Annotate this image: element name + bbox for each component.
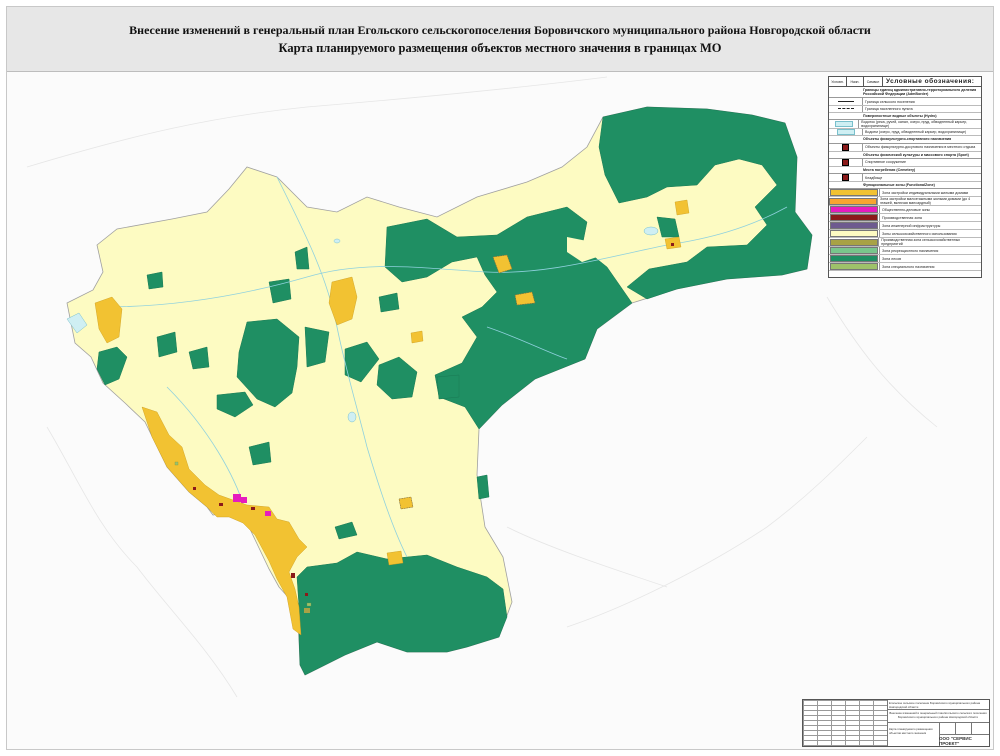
legend-zone-item: Зона застройки индивидуальными жилыми до… [829, 189, 981, 198]
legend-zone-item: Производственная зона сельскохозяйственн… [829, 238, 981, 248]
legend-label: Производственная зона сельскохозяйственн… [881, 238, 961, 247]
sport-facility-icon [842, 158, 849, 166]
boundary-line-icon [837, 101, 854, 102]
legend-zone-item: Зоны сельскохозяйственного использования [829, 230, 981, 239]
legend-label: Граница сельского поселения [865, 99, 915, 104]
legend-label: Общественно-деловые зоны [882, 207, 931, 212]
zone-swatch [830, 263, 878, 271]
water-body-swatch [836, 128, 855, 136]
legend-zone-item: Зона рекреационного назначения [829, 247, 981, 256]
water-course-swatch [834, 120, 853, 128]
legend-section-recreation: Объекты физкультурно-спортивного назначе… [829, 136, 981, 144]
stamp-signature-grid [803, 700, 888, 746]
legend-label: Водоем (озеро, пруд, обводненный карьер,… [865, 130, 967, 135]
legend-zone-item: Зона застройки малоэтажными жилыми домам… [829, 197, 981, 207]
title-stamp: Егольское сельское поселение Боровичског… [802, 699, 990, 747]
map-legend: Условн. Назн. Символ Условные обозначени… [828, 76, 982, 278]
zone-swatch [830, 222, 878, 230]
legend-header: Условн. Назн. Символ Условные обозначени… [829, 77, 981, 87]
legend-label: Зона рекреационного назначения [882, 248, 939, 253]
zone-swatch [830, 230, 878, 238]
legend-label: Граница населенного пункта [865, 106, 913, 111]
zone-swatch [829, 238, 878, 246]
zone-swatch [830, 247, 878, 255]
legend-label: Зона застройки индивидуальными жилыми до… [882, 190, 969, 195]
legend-col-header-3: Символ [864, 77, 883, 86]
legend-zone-item: Зона лесов [829, 255, 981, 264]
legend-label: Зона застройки малоэтажными жилыми домам… [880, 197, 971, 206]
legend-label: Объекты физкультурно-досугового назначен… [865, 145, 976, 150]
zone-swatch [830, 189, 878, 197]
legend-title: Условные обозначения: [886, 78, 975, 85]
legend-section-burial: Места погребения (Cemetery) [829, 167, 981, 175]
legend-zone-list: Зона застройки индивидуальными жилыми до… [829, 189, 981, 272]
agri-production-zone [304, 608, 310, 613]
legend-item: Кладбище [829, 174, 981, 183]
legend-col-header-2: Назн. [847, 77, 864, 86]
legend-item: Водоем (озеро, пруд, обводненный карьер,… [829, 128, 981, 137]
zone-swatch [830, 214, 878, 222]
legend-item: Водоток (река, ручей, канал, озеро, пруд… [829, 119, 981, 129]
map-title: Внесение изменений в генеральный план Ег… [129, 23, 871, 37]
cemetery-icon [842, 174, 849, 182]
legend-label: Зона лесов [882, 256, 901, 261]
zone-swatch [830, 255, 878, 263]
legend-section-sport: Объекты физической культуры и массового … [829, 152, 981, 159]
legend-item: Граница населенного пункта [829, 105, 981, 113]
legend-zone-item: Зона специального назначения [829, 263, 981, 272]
recreation-point-icon [842, 143, 849, 151]
title-block: Внесение изменений в генеральный план Ег… [7, 7, 993, 72]
stamp-row-1: Егольское сельское поселение Боровичског… [889, 701, 981, 709]
legend-section-boundaries: Границы единиц административно-территори… [829, 87, 981, 99]
legend-label: Спортивное сооружение [865, 160, 907, 165]
stamp-row-2: Внесение изменений в генеральный план Ег… [889, 711, 987, 719]
legend-col-header-1: Условн. [829, 77, 847, 86]
zone-swatch [829, 197, 877, 205]
legend-item: Спортивное сооружение [829, 158, 981, 167]
stamp-company: ООО "СЕРВИС ПРОЕКТ" [939, 736, 972, 746]
legend-zone-item: Зона инженерной инфраструктуры [829, 222, 981, 231]
legend-label: Водоток (река, ручей, канал, озеро, пруд… [861, 119, 968, 128]
dashed-boundary-icon [837, 108, 854, 110]
legend-item: Объекты физкультурно-досугового назначен… [829, 143, 981, 152]
legend-section-water: Поверхностные водные объекты (Hydro) [829, 113, 981, 120]
legend-section-zones: Функциональные зоны (FunctionalZone) [829, 182, 981, 190]
legend-label: Кладбище [865, 175, 883, 180]
legend-label: Зоны сельскохозяйственного использования [882, 231, 957, 236]
legend-zone-item: Общественно-деловые зоны [829, 206, 981, 215]
map-sheet: Внесение изменений в генеральный план Ег… [6, 6, 994, 750]
map-subtitle: Карта планируемого размещения объектов м… [278, 41, 722, 55]
legend-item: Граница сельского поселения [829, 98, 981, 106]
legend-label: Зона специального назначения [882, 264, 935, 269]
zone-swatch [830, 206, 878, 214]
stamp-row-3: Карта планируемого размещения объектов м… [889, 727, 933, 735]
legend-zone-item: Производственная зона [829, 214, 981, 223]
legend-label: Зона инженерной инфраструктуры [882, 223, 941, 228]
legend-label: Производственная зона [882, 215, 922, 220]
